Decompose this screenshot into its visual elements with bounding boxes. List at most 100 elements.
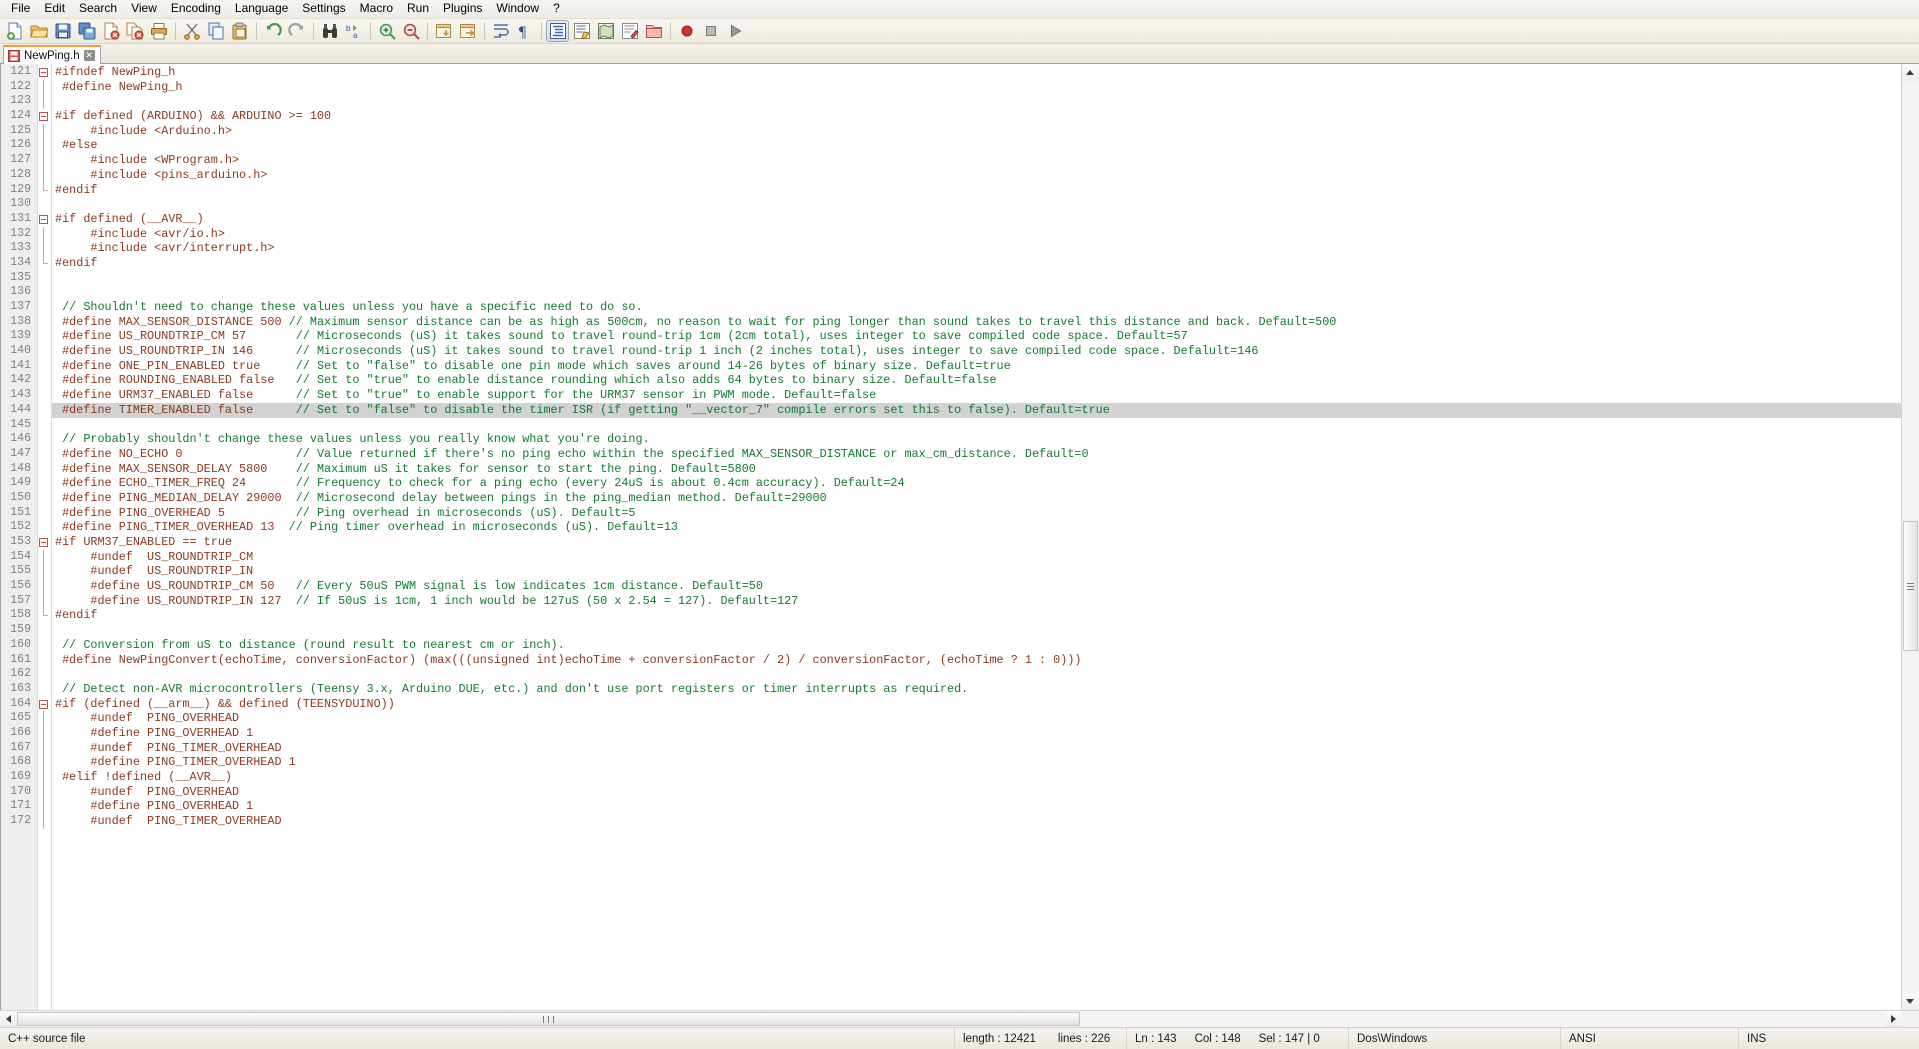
code-line[interactable]: #undef PING_TIMER_OVERHEAD: [52, 741, 1901, 756]
horizontal-scroll-thumb[interactable]: [17, 1012, 1080, 1026]
code-line[interactable]: #endif: [52, 608, 1901, 623]
fold-marker[interactable]: [38, 212, 51, 227]
vertical-scroll-thumb[interactable]: [1902, 521, 1918, 651]
code-line[interactable]: [52, 667, 1901, 682]
fold-marker[interactable]: [38, 697, 51, 712]
editor-viewport[interactable]: 121 122 123 124 125 126 127 128 129 130 131 132 133 1…: [1, 64, 1901, 1010]
toolbar-doc-map-button[interactable]: [594, 20, 617, 42]
vertical-scroll-track[interactable]: [1901, 81, 1919, 993]
code-line[interactable]: [52, 94, 1901, 109]
code-line[interactable]: #endif: [52, 256, 1901, 271]
code-line[interactable]: #undef PING_OVERHEAD: [52, 785, 1901, 800]
toolbar-undo-button[interactable]: [261, 20, 284, 42]
fold-marker[interactable]: [38, 65, 51, 80]
code-line[interactable]: #include <avr/io.h>: [52, 227, 1901, 242]
code-line[interactable]: // Detect non-AVR microcontrollers (Teen…: [52, 682, 1901, 697]
code-line[interactable]: #undef PING_OVERHEAD: [52, 711, 1901, 726]
code-line[interactable]: #define US_ROUNDTRIP_IN 127 // If 50uS i…: [52, 594, 1901, 609]
code-line[interactable]: #define PING_OVERHEAD 1: [52, 799, 1901, 814]
code-line[interactable]: // Conversion from uS to distance (round…: [52, 638, 1901, 653]
tab-newping-h[interactable]: NewPing.h ✕: [3, 45, 101, 64]
toolbar-stop-macro-button[interactable]: [699, 20, 722, 42]
toolbar-open-folder-button[interactable]: [27, 20, 50, 42]
toolbar-folder-workspace-button[interactable]: [642, 20, 665, 42]
scroll-right-button[interactable]: [1885, 1011, 1902, 1027]
toolbar-user-define-dialog-button[interactable]: [570, 20, 593, 42]
menu-plugins[interactable]: Plugins: [436, 0, 489, 18]
toolbar-zoom-out-button[interactable]: [399, 20, 422, 42]
code-line[interactable]: #define PING_OVERHEAD 1: [52, 726, 1901, 741]
fold-collapse-icon[interactable]: [39, 699, 48, 709]
code-line[interactable]: #define ONE_PIN_ENABLED true // Set to "…: [52, 359, 1901, 374]
code-line[interactable]: [52, 285, 1901, 300]
code-line[interactable]: #define US_ROUNDTRIP_CM 50 // Every 50uS…: [52, 579, 1901, 594]
toolbar-replace-button[interactable]: ba: [342, 20, 365, 42]
fold-collapse-icon[interactable]: [39, 214, 48, 224]
toolbar-cut-scissors-button[interactable]: [180, 20, 203, 42]
code-line[interactable]: #undef US_ROUNDTRIP_IN: [52, 564, 1901, 579]
toolbar-print-button[interactable]: [147, 20, 170, 42]
menu-window[interactable]: Window: [489, 0, 546, 18]
code-line[interactable]: #endif: [52, 183, 1901, 198]
status-encoding[interactable]: ANSI: [1561, 1027, 1739, 1049]
toolbar-find-binoculars-button[interactable]: [318, 20, 341, 42]
toolbar-sync-horizontal-button[interactable]: [456, 20, 479, 42]
toolbar-word-wrap-button[interactable]: [489, 20, 512, 42]
code-line[interactable]: #define US_ROUNDTRIP_CM 57 // Microsecon…: [52, 329, 1901, 344]
code-line[interactable]: // Shouldn't need to change these values…: [52, 300, 1901, 315]
toolbar-function-list-button[interactable]: [618, 20, 641, 42]
toolbar-record-macro-button[interactable]: [675, 20, 698, 42]
code-line[interactable]: #if defined (ARDUINO) && ARDUINO >= 100: [52, 109, 1901, 124]
toolbar-paste-button[interactable]: [228, 20, 251, 42]
code-line[interactable]: // Probably shouldn't change these value…: [52, 432, 1901, 447]
code-line[interactable]: #include <Arduino.h>: [52, 124, 1901, 139]
toolbar-sync-vertical-button[interactable]: [432, 20, 455, 42]
menu-language[interactable]: Language: [228, 0, 295, 18]
menu-help[interactable]: ?: [546, 0, 567, 18]
toolbar-close-file-button[interactable]: [99, 20, 122, 42]
menu-search[interactable]: Search: [72, 0, 124, 18]
menu-settings[interactable]: Settings: [295, 0, 352, 18]
vertical-scrollbar[interactable]: [1901, 64, 1919, 1010]
fold-collapse-icon[interactable]: [39, 538, 48, 547]
toolbar-save-button[interactable]: [51, 20, 74, 42]
toolbar-indent-guide-button[interactable]: [546, 20, 569, 42]
code-line[interactable]: #elif !defined (__AVR__): [52, 770, 1901, 785]
code-line[interactable]: #define US_ROUNDTRIP_IN 146 // Microseco…: [52, 344, 1901, 359]
status-insert-mode[interactable]: INS: [1739, 1028, 1919, 1049]
code-line[interactable]: #undef PING_TIMER_OVERHEAD: [52, 814, 1901, 829]
toolbar-save-all-button[interactable]: [75, 20, 98, 42]
menu-edit[interactable]: Edit: [37, 0, 72, 18]
horizontal-scrollbar[interactable]: [0, 1010, 1919, 1027]
code-line[interactable]: [52, 623, 1901, 638]
code-folding-margin[interactable]: [38, 64, 51, 1010]
code-line[interactable]: #define PING_MEDIAN_DELAY 29000 // Micro…: [52, 491, 1901, 506]
scroll-left-button[interactable]: [0, 1011, 17, 1027]
code-line[interactable]: #include <pins_arduino.h>: [52, 168, 1901, 183]
toolbar-show-all-chars-button[interactable]: ¶: [513, 20, 536, 42]
code-line[interactable]: #define NewPing_h: [52, 80, 1901, 95]
toolbar-redo-button[interactable]: [285, 20, 308, 42]
menu-run[interactable]: Run: [400, 0, 436, 18]
code-line[interactable]: #if defined (__AVR__): [52, 212, 1901, 227]
scroll-up-button[interactable]: [1901, 64, 1919, 81]
code-line[interactable]: #define NewPingConvert(echoTime, convers…: [52, 653, 1901, 668]
code-line[interactable]: #if URM37_ENABLED == true: [52, 535, 1901, 550]
scroll-down-button[interactable]: [1901, 993, 1919, 1010]
menu-encoding[interactable]: Encoding: [164, 0, 228, 18]
fold-marker[interactable]: [38, 535, 51, 550]
code-line[interactable]: #include <WProgram.h>: [52, 153, 1901, 168]
code-line[interactable]: #undef US_ROUNDTRIP_CM: [52, 550, 1901, 565]
code-line[interactable]: #define NO_ECHO 0 // Value returned if t…: [52, 447, 1901, 462]
code-line[interactable]: #define MAX_SENSOR_DISTANCE 500 // Maxim…: [52, 315, 1901, 330]
code-line[interactable]: #define PING_OVERHEAD 5 // Ping overhead…: [52, 506, 1901, 521]
status-eol-format[interactable]: Dos\Windows: [1349, 1027, 1561, 1049]
fold-marker[interactable]: [38, 109, 51, 124]
close-icon[interactable]: ✕: [83, 50, 95, 61]
toolbar-zoom-in-button[interactable]: [375, 20, 398, 42]
toolbar-new-file-button[interactable]: [3, 20, 26, 42]
code-line[interactable]: #define MAX_SENSOR_DELAY 5800 // Maximum…: [52, 462, 1901, 477]
toolbar-close-all-button[interactable]: [123, 20, 146, 42]
menu-view[interactable]: View: [124, 0, 164, 18]
code-line[interactable]: #define URM37_ENABLED false // Set to "t…: [52, 388, 1901, 403]
